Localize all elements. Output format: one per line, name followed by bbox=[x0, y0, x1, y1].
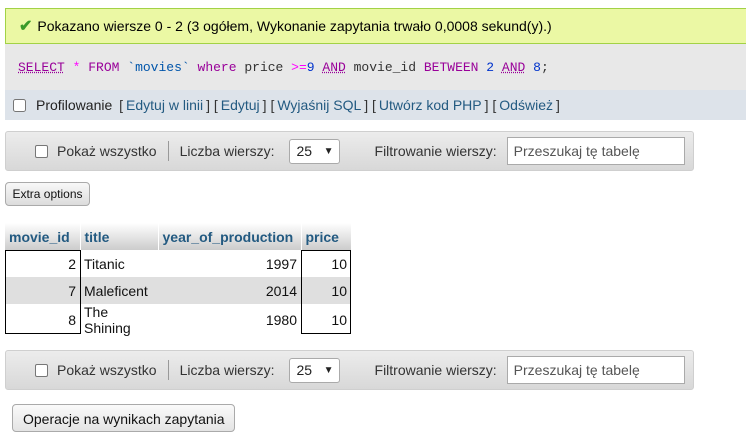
sql-column: movie_id bbox=[353, 59, 417, 75]
sql-query-display[interactable]: SELECT * FROM `movies` where price >= 9 A… bbox=[5, 44, 746, 90]
show-all-checkbox[interactable] bbox=[35, 144, 48, 158]
check-icon: ✔ bbox=[19, 18, 33, 35]
create-php-link[interactable]: Utwórz kod PHP bbox=[379, 97, 482, 113]
sql-number: 2 bbox=[486, 59, 495, 75]
show-all-label[interactable]: Pokaż wszystko bbox=[57, 143, 157, 159]
filter-label: Filtrowanie wierszy: bbox=[374, 143, 497, 159]
sql-keyword[interactable]: AND bbox=[322, 60, 345, 75]
sql-number: 9 bbox=[306, 59, 315, 75]
sql-semicolon: ; bbox=[540, 59, 549, 75]
filter-label: Filtrowanie wierszy: bbox=[374, 362, 497, 378]
rows-select-value: 25 bbox=[296, 362, 313, 378]
explain-sql-link[interactable]: Wyjaśnij SQL bbox=[277, 97, 361, 113]
rows-select[interactable]: 25 ▼ bbox=[288, 357, 340, 383]
divider bbox=[167, 141, 169, 161]
column-header[interactable]: movie_id bbox=[5, 223, 81, 250]
sql-keyword: BETWEEN bbox=[423, 59, 479, 75]
rows-label: Liczba wierszy: bbox=[179, 143, 275, 159]
table-cell[interactable]: 10 bbox=[301, 250, 351, 277]
sql-keyword[interactable]: SELECT bbox=[18, 60, 65, 75]
table-row: 7 Maleficent 2014 10 bbox=[5, 277, 351, 304]
column-header[interactable]: price bbox=[301, 223, 352, 250]
chevron-down-icon: ▼ bbox=[323, 364, 334, 376]
table-cell[interactable]: 7 bbox=[5, 277, 80, 304]
profiling-checkbox[interactable] bbox=[13, 98, 26, 112]
table-cell[interactable]: 1997 bbox=[158, 250, 301, 277]
success-text: Pokazano wiersze 0 - 2 (3 ogółem, Wykona… bbox=[37, 18, 552, 34]
edit-link[interactable]: Edytuj bbox=[221, 97, 260, 113]
query-results-operations[interactable]: Operacje na wynikach zapytania bbox=[12, 404, 235, 432]
table-cell[interactable]: 10 bbox=[301, 304, 351, 336]
column-header[interactable]: title bbox=[80, 223, 159, 250]
table-cell[interactable]: 8 bbox=[5, 304, 80, 336]
column-header[interactable]: year_of_production bbox=[158, 223, 302, 250]
query-links-bar: Profilowanie [Edytuj w linii] [Edytuj] [… bbox=[5, 90, 746, 120]
table-cell[interactable]: Maleficent bbox=[80, 277, 158, 304]
refresh-link[interactable]: Odśwież bbox=[499, 97, 553, 113]
show-all-checkbox[interactable] bbox=[35, 363, 48, 377]
sql-table: `movies` bbox=[127, 59, 190, 75]
sql-operator: >= bbox=[291, 59, 307, 75]
sql-number: 8 bbox=[533, 59, 541, 75]
show-all-label[interactable]: Pokaż wszystko bbox=[57, 362, 157, 378]
extra-options-button[interactable]: Extra options bbox=[5, 182, 90, 206]
rows-label: Liczba wierszy: bbox=[179, 362, 275, 378]
divider bbox=[167, 360, 169, 380]
sql-star: * bbox=[72, 59, 81, 75]
success-message: ✔ Pokazano wiersze 0 - 2 (3 ogółem, Wyko… bbox=[5, 8, 746, 44]
navigation-bar-top: Pokaż wszystko Liczba wierszy: 25 ▼ Filt… bbox=[5, 131, 694, 171]
edit-inline-link[interactable]: Edytuj w linii bbox=[126, 97, 203, 113]
profiling-label: Profilowanie bbox=[36, 97, 113, 113]
sql-keyword: where bbox=[197, 59, 237, 75]
table-row: 8 The Shining 1980 10 bbox=[5, 304, 351, 336]
filter-input[interactable]: Przeszukaj tę tabelę bbox=[506, 137, 685, 165]
results-table: movie_id title year_of_production price … bbox=[5, 223, 352, 336]
sql-keyword: FROM bbox=[88, 59, 120, 75]
chevron-down-icon: ▼ bbox=[323, 145, 334, 157]
table-cell[interactable]: The Shining bbox=[80, 304, 158, 336]
sql-column: price bbox=[244, 59, 284, 75]
table-cell[interactable]: 2014 bbox=[158, 277, 301, 304]
sql-keyword[interactable]: AND bbox=[502, 60, 525, 75]
table-cell[interactable]: Titanic bbox=[80, 250, 158, 277]
table-cell[interactable]: 10 bbox=[301, 277, 351, 304]
filter-input[interactable]: Przeszukaj tę tabelę bbox=[506, 356, 685, 384]
navigation-bar-bottom: Pokaż wszystko Liczba wierszy: 25 ▼ Filt… bbox=[5, 350, 694, 390]
table-cell[interactable]: 2 bbox=[5, 250, 80, 277]
table-cell[interactable]: 1980 bbox=[158, 304, 301, 336]
table-row: 2 Titanic 1997 10 bbox=[5, 250, 351, 277]
rows-select[interactable]: 25 ▼ bbox=[288, 138, 340, 164]
rows-select-value: 25 bbox=[296, 143, 313, 159]
